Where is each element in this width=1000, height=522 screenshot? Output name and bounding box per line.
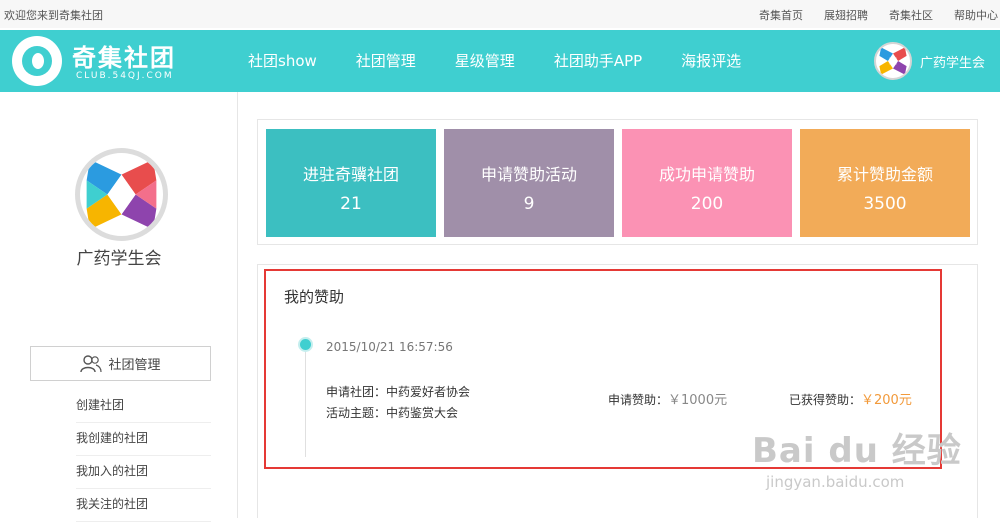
apply-amount-value: ￥1000元 xyxy=(668,393,728,408)
logo-subtitle: CLUB.54QJ.COM xyxy=(76,71,174,81)
watermark-brand: Bai du 经验 xyxy=(752,431,962,471)
apply-amount: 申请赞助：￥1000元 xyxy=(608,389,727,408)
main-nav: 社团show 社团管理 星级管理 社团助手APP 海报评选 xyxy=(248,30,780,92)
nav-item-poster[interactable]: 海报评选 xyxy=(681,30,741,92)
nav-item-show[interactable]: 社团show xyxy=(248,30,317,92)
received-amount-value: ￥200元 xyxy=(861,393,912,408)
received-amount: 已获得赞助：￥200元 xyxy=(789,389,912,408)
org-name: 广药学生会 xyxy=(76,249,162,269)
club-logo-icon xyxy=(86,159,157,230)
received-amount-label: 已获得赞助： xyxy=(789,393,862,407)
stat-card-clubs[interactable]: 进驻奇骥社团 21 xyxy=(266,129,436,237)
stat-title: 累计赞助金额 xyxy=(836,165,933,184)
header-user[interactable]: 广药学生会 xyxy=(874,42,985,80)
main-header: 奇集社团 CLUB.54QJ.COM 社团show 社团管理 星级管理 社团助手… xyxy=(0,30,1000,92)
top-links: 奇集首页 展翅招聘 奇集社区 帮助中心 xyxy=(759,7,998,23)
nav-item-app[interactable]: 社团助手APP xyxy=(554,30,642,92)
header-user-name[interactable]: 广药学生会 xyxy=(920,52,985,71)
stat-value: 21 xyxy=(340,194,362,214)
users-icon xyxy=(80,354,103,372)
club-logo-icon xyxy=(879,47,907,75)
stat-card-total[interactable]: 累计赞助金额 3500 xyxy=(800,129,970,237)
menu-item-my-created[interactable]: 我创建的社团 xyxy=(76,423,211,456)
nav-item-star-manage[interactable]: 星级管理 xyxy=(455,30,515,92)
stat-card-activities[interactable]: 申请赞助活动 9 xyxy=(444,129,614,237)
stat-value: 3500 xyxy=(863,194,907,214)
panel-heading: 我的赞助 xyxy=(284,288,345,306)
club-menu-list: 创建社团 我创建的社团 我加入的社团 我关注的社团 xyxy=(76,390,211,522)
stat-value: 9 xyxy=(523,194,535,214)
timeline-line xyxy=(305,345,306,457)
entry-club: 申请社团：中药爱好者协会 xyxy=(326,385,471,399)
top-bar: 欢迎您来到奇集社团 奇集首页 展翅招聘 奇集社区 帮助中心 xyxy=(0,0,1000,28)
menu-item-create-club[interactable]: 创建社团 xyxy=(76,390,211,423)
avatar[interactable] xyxy=(874,42,912,80)
timeline-dot-icon xyxy=(300,339,311,350)
menu-item-my-followed[interactable]: 我关注的社团 xyxy=(76,489,211,522)
club-manage-menu-title[interactable]: 社团管理 xyxy=(30,346,211,381)
stat-card-success[interactable]: 成功申请赞助 200 xyxy=(622,129,792,237)
stat-title: 进驻奇骥社团 xyxy=(302,165,399,184)
welcome-text: 欢迎您来到奇集社团 xyxy=(4,9,103,22)
stats-panel: 进驻奇骥社团 21 申请赞助活动 9 成功申请赞助 200 累计赞助金额 350… xyxy=(257,119,978,245)
left-sidebar: 广药学生会 社团管理 创建社团 我创建的社团 我加入的社团 我关注的社团 xyxy=(0,92,238,522)
stat-value: 200 xyxy=(690,194,724,214)
logo-title[interactable]: 奇集社团 xyxy=(72,38,176,73)
club-manage-menu-label: 社团管理 xyxy=(108,358,161,373)
stat-title: 成功申请赞助 xyxy=(658,165,755,184)
menu-item-my-joined[interactable]: 我加入的社团 xyxy=(76,456,211,489)
apply-amount-label: 申请赞助： xyxy=(608,393,669,407)
entry-timestamp: 2015/10/21 16:57:56 xyxy=(326,340,453,354)
nav-item-club-manage[interactable]: 社团管理 xyxy=(356,30,416,92)
org-avatar xyxy=(75,148,168,241)
baidu-watermark: Bai du 经验 jingyan.baidu.com xyxy=(752,423,962,491)
stat-title: 申请赞助活动 xyxy=(480,165,577,184)
top-link-community[interactable]: 奇集社区 xyxy=(889,7,933,23)
top-link-home[interactable]: 奇集首页 xyxy=(759,7,803,23)
watermark-url: jingyan.baidu.com xyxy=(766,473,905,491)
top-link-recruit[interactable]: 展翅招聘 xyxy=(824,7,868,23)
logo-icon[interactable] xyxy=(12,36,62,86)
top-link-help[interactable]: 帮助中心 xyxy=(954,7,998,23)
entry-topic: 活动主题：中药鉴赏大会 xyxy=(326,406,459,420)
